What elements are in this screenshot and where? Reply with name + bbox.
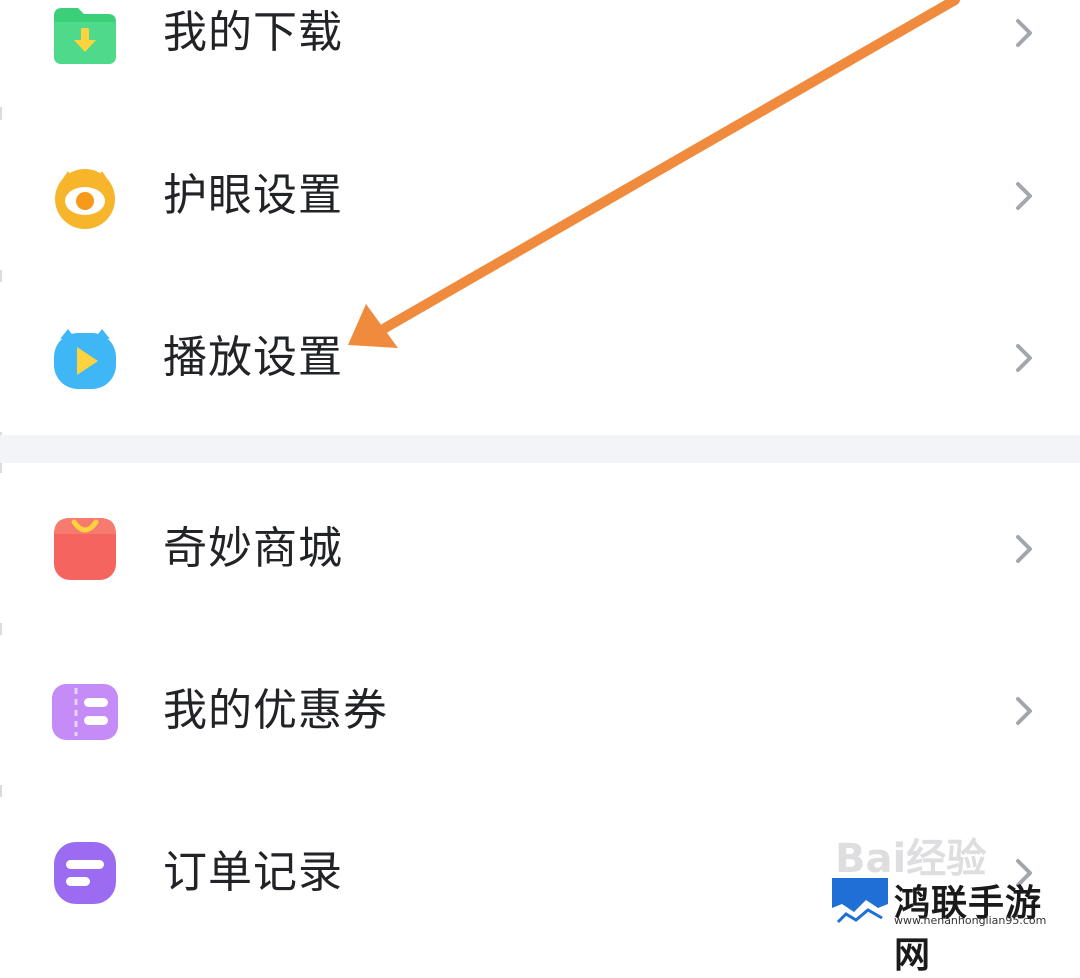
menu-item-coupons[interactable]: 我的优惠券	[0, 635, 1080, 785]
menu-item-shop[interactable]: 奇妙商城	[0, 473, 1080, 623]
chevron-right-icon	[1016, 697, 1032, 725]
menu-item-label: 护眼设置	[163, 170, 343, 221]
brand-logo-icon	[832, 878, 888, 930]
shopping-bag-icon	[54, 518, 116, 580]
download-folder-icon	[54, 8, 116, 64]
menu-item-label: 订单记录	[163, 847, 343, 898]
menu-item-label: 播放设置	[163, 332, 343, 383]
chevron-right-icon	[1016, 19, 1032, 47]
order-record-icon	[54, 842, 116, 904]
section-divider	[0, 435, 1080, 463]
chevron-right-icon	[1016, 344, 1032, 372]
menu-item-label: 我的优惠券	[163, 685, 388, 736]
brand-url: www.henanhonglian95.com	[894, 914, 1047, 927]
menu-item-eye-protection[interactable]: 护眼设置	[0, 120, 1080, 270]
menu-item-my-downloads[interactable]: 我的下载	[0, 0, 1080, 107]
chevron-right-icon	[1016, 182, 1032, 210]
brand-watermark: 鸿联手游网 www.henanhonglian95.com	[832, 876, 1072, 976]
chevron-right-icon	[1016, 535, 1032, 563]
eye-protection-icon	[55, 169, 115, 229]
play-settings-icon	[54, 329, 116, 389]
menu-item-label: 我的下载	[163, 7, 343, 58]
menu-item-label: 奇妙商城	[163, 523, 343, 574]
coupon-icon	[52, 684, 118, 740]
menu-item-playback-settings[interactable]: 播放设置	[0, 282, 1080, 432]
